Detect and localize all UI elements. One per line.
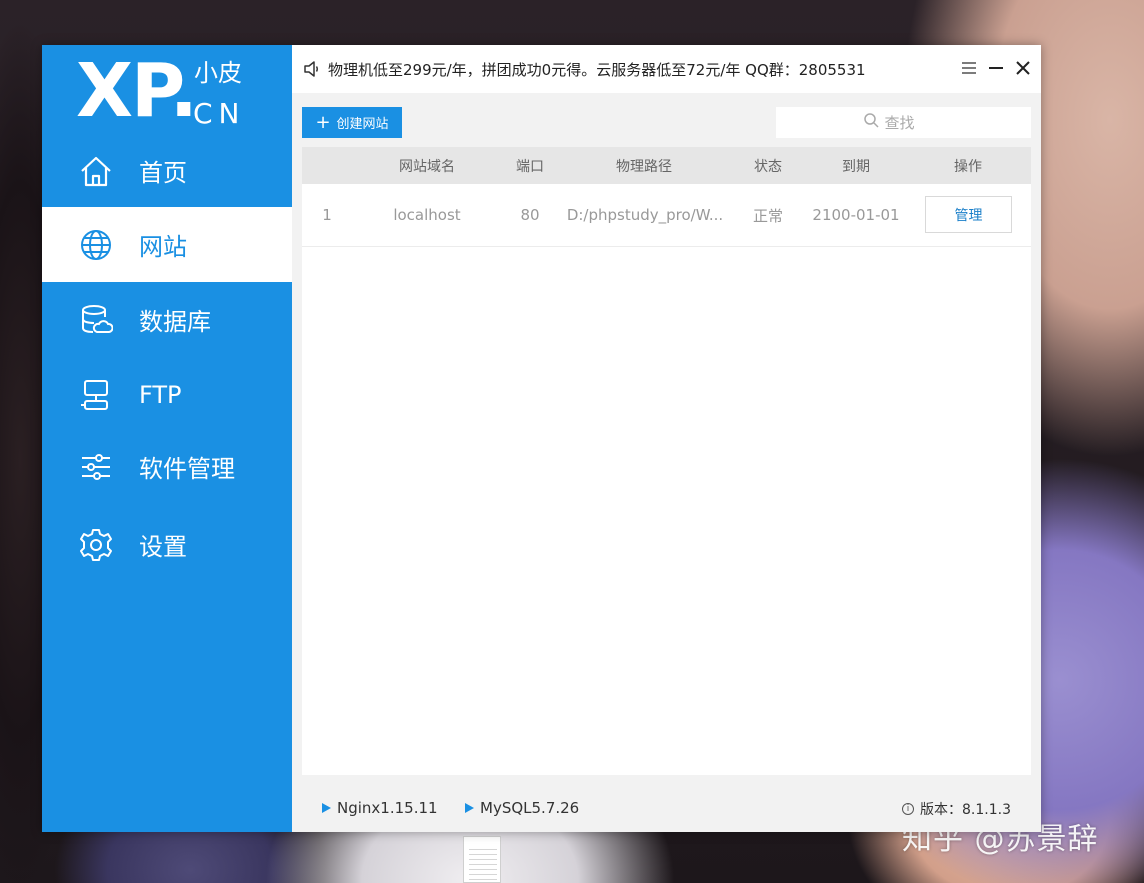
sidebar-item-ftp[interactable]: FTP — [42, 357, 292, 432]
sliders-icon — [78, 449, 114, 485]
sidebar-item-label: 软件管理 — [139, 455, 235, 483]
column-header-status: 状态 — [754, 158, 782, 175]
globe-icon — [78, 227, 114, 263]
sidebar-item-settings[interactable]: 设置 — [42, 507, 292, 582]
title-bar: 物理机低至299元/年，拼团成功0元得。云服务器低至72元/年 QQ群：2805… — [292, 45, 1041, 93]
document-thumbnail — [463, 836, 501, 883]
logo-xp: XP. — [76, 48, 198, 134]
column-header-expire: 到期 — [842, 158, 870, 175]
row-path: D:/phpstudy_pro/W... — [566, 206, 724, 224]
sidebar-item-label: FTP — [139, 380, 182, 409]
create-website-label: 创建网站 — [336, 117, 389, 132]
home-icon — [78, 153, 114, 189]
column-header-path: 物理路径 — [616, 158, 672, 175]
sidebar-item-label: 网站 — [139, 233, 187, 261]
close-icon[interactable] — [1012, 57, 1034, 79]
sidebar-item-website[interactable]: 网站 — [42, 207, 292, 282]
version-info[interactable]: i 版本：8.1.1.3 — [902, 799, 1011, 819]
sidebar-item-label: 首页 — [139, 159, 187, 187]
create-website-button[interactable]: + 创建网站 — [302, 107, 402, 138]
info-icon: i — [902, 803, 915, 815]
column-header-action: 操作 — [954, 158, 982, 175]
play-icon — [322, 803, 331, 813]
row-domain: localhost — [393, 206, 461, 224]
website-table: 网站域名 端口 物理路径 状态 到期 操作 1 localhost 80 D:/… — [302, 147, 1031, 775]
logo-cn: CN — [193, 97, 246, 130]
gear-icon — [78, 527, 114, 563]
menu-icon[interactable] — [958, 57, 980, 79]
nginx-service[interactable]: Nginx1.15.11 — [322, 799, 438, 817]
announcement-text[interactable]: 物理机低至299元/年，拼团成功0元得。云服务器低至72元/年 QQ群：2805… — [328, 59, 866, 80]
app-logo: XP. 小皮 CN — [76, 48, 276, 134]
database-icon — [78, 302, 114, 338]
minimize-icon[interactable] — [985, 57, 1007, 79]
sidebar-item-label: 数据库 — [139, 308, 211, 336]
row-index: 1 — [322, 206, 332, 224]
search-icon — [863, 112, 879, 133]
table-header: 网站域名 端口 物理路径 状态 到期 操作 — [302, 147, 1031, 184]
row-expire: 2100-01-01 — [812, 206, 900, 224]
nginx-label: Nginx1.15.11 — [337, 799, 438, 817]
mysql-label: MySQL5.7.26 — [480, 799, 580, 817]
sidebar-item-home[interactable]: 首页 — [42, 133, 292, 208]
search-box[interactable] — [776, 107, 1031, 138]
sidebar-item-database[interactable]: 数据库 — [42, 282, 292, 357]
phpstudy-window: XP. 小皮 CN 首页 网站 数据库 FTP 软件管理 设置 物理机低至299… — [42, 45, 1041, 832]
sidebar-item-software[interactable]: 软件管理 — [42, 429, 292, 504]
main-panel: 物理机低至299元/年，拼团成功0元得。云服务器低至72元/年 QQ群：2805… — [292, 45, 1041, 832]
version-label: 版本：8.1.1.3 — [920, 802, 1011, 818]
status-bar: Nginx1.15.11 MySQL5.7.26 i 版本：8.1.1.3 — [292, 785, 1041, 832]
mysql-service[interactable]: MySQL5.7.26 — [465, 799, 579, 817]
sidebar-item-label: 设置 — [139, 533, 187, 561]
sidebar: XP. 小皮 CN 首页 网站 数据库 FTP 软件管理 设置 — [42, 45, 292, 832]
manage-button[interactable]: 管理 — [925, 196, 1012, 233]
row-status: 正常 — [752, 206, 783, 225]
column-header-domain: 网站域名 — [399, 158, 455, 175]
speaker-icon — [302, 59, 322, 79]
ftp-icon — [78, 377, 114, 413]
play-icon — [465, 803, 474, 813]
search-input[interactable] — [884, 113, 945, 132]
table-row[interactable]: 1 localhost 80 D:/phpstudy_pro/W... 正常 2… — [302, 184, 1031, 247]
row-port: 80 — [520, 206, 540, 224]
plus-icon: + — [315, 111, 331, 133]
column-header-port: 端口 — [516, 158, 544, 175]
logo-chinese: 小皮 — [194, 59, 242, 87]
